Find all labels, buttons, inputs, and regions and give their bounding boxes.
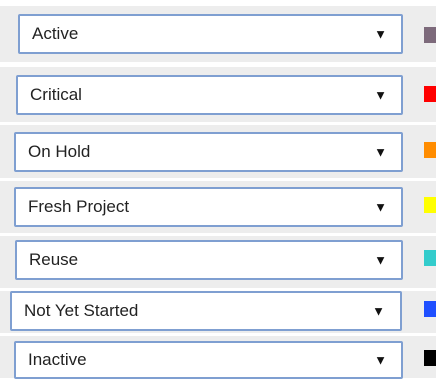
color-swatch-not-yet-started bbox=[424, 301, 436, 317]
chevron-down-icon: ▼ bbox=[374, 26, 387, 42]
status-select-fresh-project[interactable]: Fresh Project ▼ bbox=[14, 187, 403, 227]
chevron-down-icon: ▼ bbox=[374, 87, 387, 103]
status-select-inactive[interactable]: Inactive ▼ bbox=[14, 341, 403, 379]
chevron-down-icon: ▼ bbox=[374, 252, 387, 268]
status-select-active[interactable]: Active ▼ bbox=[18, 14, 403, 54]
color-swatch-fresh-project bbox=[424, 197, 436, 213]
chevron-down-icon: ▼ bbox=[374, 352, 387, 368]
chevron-down-icon: ▼ bbox=[374, 199, 387, 215]
color-swatch-active bbox=[424, 27, 436, 43]
select-value: Active bbox=[32, 24, 79, 43]
chevron-down-icon: ▼ bbox=[372, 303, 385, 319]
status-select-reuse[interactable]: Reuse ▼ bbox=[15, 240, 403, 280]
status-select-critical[interactable]: Critical ▼ bbox=[16, 75, 403, 115]
status-select-on-hold[interactable]: On Hold ▼ bbox=[14, 132, 403, 172]
select-value: On Hold bbox=[28, 142, 91, 161]
color-swatch-critical bbox=[424, 86, 436, 102]
color-swatch-reuse bbox=[424, 250, 436, 266]
select-value: Not Yet Started bbox=[24, 301, 139, 320]
status-select-not-yet-started[interactable]: Not Yet Started ▼ bbox=[10, 291, 402, 331]
color-swatch-inactive bbox=[424, 350, 436, 366]
select-value: Fresh Project bbox=[28, 197, 130, 216]
select-value: Reuse bbox=[29, 250, 79, 269]
chevron-down-icon: ▼ bbox=[374, 144, 387, 160]
select-value: Critical bbox=[30, 85, 82, 104]
color-swatch-on-hold bbox=[424, 142, 436, 158]
select-value: Inactive bbox=[28, 350, 87, 369]
